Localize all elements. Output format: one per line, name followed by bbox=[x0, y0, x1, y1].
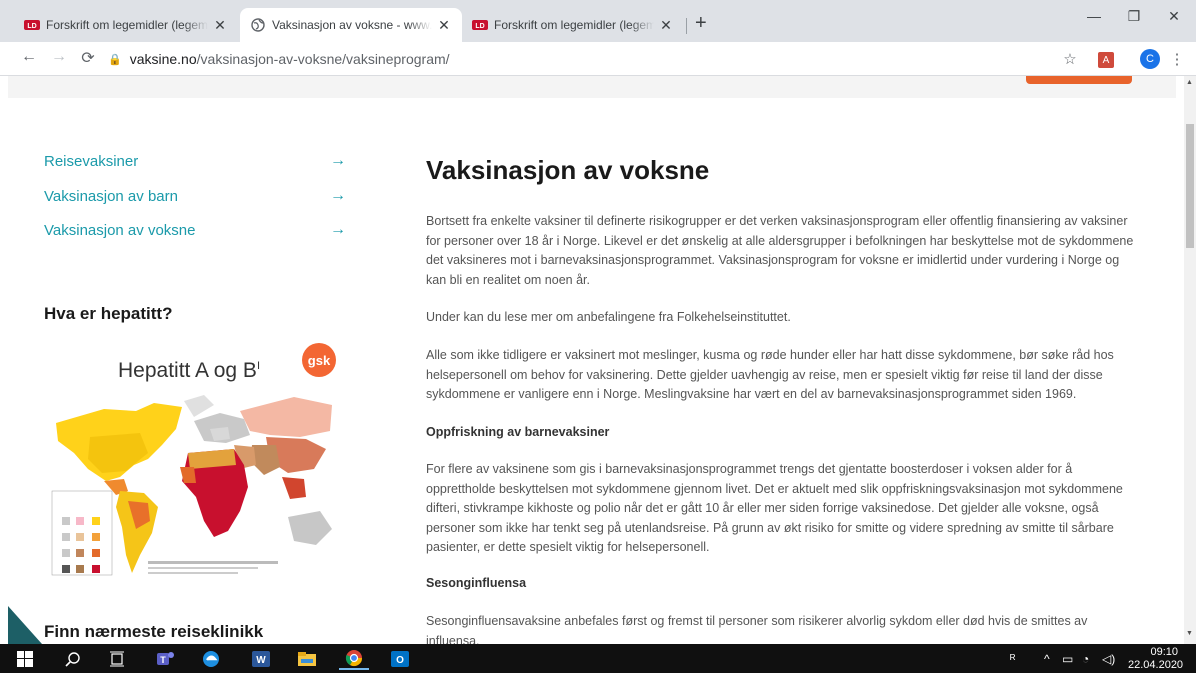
page-viewport: Reisevaksiner → Vaksinasjon av barn → Va… bbox=[0, 76, 1184, 644]
chevron-up-icon[interactable]: ^ bbox=[1044, 652, 1050, 666]
header-cta-button[interactable] bbox=[1026, 76, 1132, 84]
lovdata-icon: LD bbox=[472, 20, 488, 30]
lovdata-icon-text: LD bbox=[475, 23, 484, 30]
scroll-down-icon[interactable]: ▼ bbox=[1186, 630, 1193, 637]
tab-forskrift-2[interactable]: LD Forskrift om legemidler (legemid ✕ bbox=[462, 8, 684, 42]
clock-time: 09:10 bbox=[1150, 646, 1178, 658]
word-icon[interactable]: W bbox=[246, 648, 276, 670]
scrollbar-thumb[interactable] bbox=[1186, 124, 1194, 248]
pdf-extension-icon[interactable]: A bbox=[1096, 49, 1116, 69]
close-tab-icon[interactable]: ✕ bbox=[658, 17, 674, 34]
system-clock[interactable]: 09:10 22.04.2020 bbox=[1128, 646, 1184, 672]
volume-icon[interactable]: ◁) bbox=[1102, 652, 1115, 666]
arrow-right-icon[interactable]: → bbox=[330, 152, 346, 170]
wifi-icon[interactable]: ◔ bbox=[1082, 652, 1089, 666]
back-arrow-icon[interactable]: ← bbox=[18, 48, 40, 66]
url-path: /vaksinasjon-av-voksne/vaksineprogram/ bbox=[196, 51, 450, 67]
sidebar-link-reisevaksiner[interactable]: Reisevaksiner bbox=[44, 153, 138, 170]
paragraph-influensa: Sesonginfluensavaksine anbefales først o… bbox=[426, 614, 1088, 644]
search-icon[interactable] bbox=[58, 648, 88, 670]
teams-icon[interactable]: T bbox=[150, 648, 180, 670]
teal-corner-decoration bbox=[8, 606, 42, 644]
restore-button[interactable]: ❐ bbox=[1114, 8, 1154, 25]
reload-icon[interactable]: ⟳ bbox=[77, 48, 99, 68]
sidebar-link-vaksinasjon-barn[interactable]: Vaksinasjon av barn bbox=[44, 188, 178, 205]
file-explorer-icon[interactable] bbox=[292, 648, 322, 670]
tab-vaksinasjon[interactable]: Vaksinasjon av voksne - www.vak ✕ bbox=[240, 8, 462, 42]
tab-forskrift-1[interactable]: LD Forskrift om legemidler (legemid ✕ bbox=[14, 8, 238, 42]
sidebar-heading-reiseklinikk: Finn nærmeste reiseklinikk bbox=[44, 622, 264, 641]
teams-icon-letter: T bbox=[160, 655, 166, 665]
subheading-sesonginfluensa: Sesonginfluensa bbox=[426, 576, 527, 590]
arrow-right-icon[interactable]: → bbox=[330, 221, 346, 239]
battery-icon[interactable]: ▭ bbox=[1062, 652, 1073, 666]
profile-avatar[interactable]: C bbox=[1140, 49, 1160, 69]
outlook-icon-letter: O bbox=[396, 655, 404, 666]
minimize-button[interactable]: — bbox=[1074, 8, 1114, 24]
chrome-icon[interactable] bbox=[339, 648, 369, 670]
subheading-oppfriskning: Oppfriskning av barnevaksiner bbox=[426, 425, 610, 439]
browser-toolbar: ← → ⟳ 🔒 vaksine.no /vaksinasjon-av-voksn… bbox=[0, 42, 1196, 76]
close-tab-icon[interactable]: ✕ bbox=[212, 17, 228, 34]
address-bar[interactable]: 🔒 vaksine.no /vaksinasjon-av-voksne/vaks… bbox=[108, 45, 1050, 73]
close-window-button[interactable]: ✕ bbox=[1154, 8, 1194, 25]
url-host: vaksine.no bbox=[129, 51, 197, 67]
hepatitis-map-image[interactable]: Hepatitt A og BI gsk bbox=[44, 341, 336, 581]
scroll-up-icon[interactable]: ▲ bbox=[1186, 79, 1193, 86]
paragraph-intro: Bortsett fra enkelte vaksiner til define… bbox=[426, 214, 1134, 287]
edge-icon[interactable] bbox=[196, 648, 226, 670]
word-icon-letter: W bbox=[256, 655, 266, 666]
menu-kebab-icon[interactable]: ⋮ bbox=[1167, 49, 1187, 69]
star-bookmark-icon[interactable]: ☆ bbox=[1060, 49, 1080, 69]
tab-divider bbox=[686, 18, 687, 34]
arrow-right-icon[interactable]: → bbox=[330, 187, 346, 205]
paragraph-mmr: Alle som ikke tidligere er vaksinert mot… bbox=[426, 348, 1114, 401]
lovdata-icon-text: LD bbox=[27, 23, 36, 30]
site-header-band bbox=[8, 76, 1176, 98]
windows-start-icon[interactable] bbox=[10, 648, 40, 670]
pdf-icon-label: A bbox=[1098, 52, 1114, 68]
world-map-graphic bbox=[51, 395, 332, 576]
people-icon[interactable]: ᴿ bbox=[1010, 652, 1015, 666]
windows-taskbar: T W O ᴿ ^ ▭ ◔ ◁) 09:10 22.04.2020 bbox=[0, 644, 1196, 673]
lovdata-icon: LD bbox=[24, 20, 40, 30]
tab-strip: LD Forskrift om legemidler (legemid ✕ Va… bbox=[0, 0, 1196, 42]
paragraph-booster: For flere av vaksinene som gis i barneva… bbox=[426, 462, 1123, 554]
outlook-icon[interactable]: O bbox=[385, 648, 415, 670]
paragraph-fhi: Under kan du lese mer om anbefalingene f… bbox=[426, 310, 791, 324]
tab-title: Vaksinasjon av voksne - www.vak bbox=[272, 18, 432, 32]
task-view-icon[interactable] bbox=[102, 648, 132, 670]
forward-arrow-icon[interactable]: → bbox=[48, 48, 70, 66]
profile-initial: C bbox=[1140, 49, 1160, 69]
tab-title: Forskrift om legemidler (legemid bbox=[494, 18, 654, 32]
clock-date: 22.04.2020 bbox=[1128, 659, 1184, 671]
close-tab-icon[interactable]: ✕ bbox=[436, 17, 452, 34]
sidebar-heading-hepatitt: Hva er hepatitt? bbox=[44, 304, 173, 323]
new-tab-button[interactable]: + bbox=[695, 13, 707, 33]
tab-title: Forskrift om legemidler (legemid bbox=[46, 18, 208, 32]
sidebar-link-vaksinasjon-voksne[interactable]: Vaksinasjon av voksne bbox=[44, 222, 195, 239]
page-title: Vaksinasjon av voksne bbox=[426, 155, 710, 185]
globe-icon bbox=[250, 18, 266, 32]
lock-icon: 🔒 bbox=[108, 53, 122, 66]
